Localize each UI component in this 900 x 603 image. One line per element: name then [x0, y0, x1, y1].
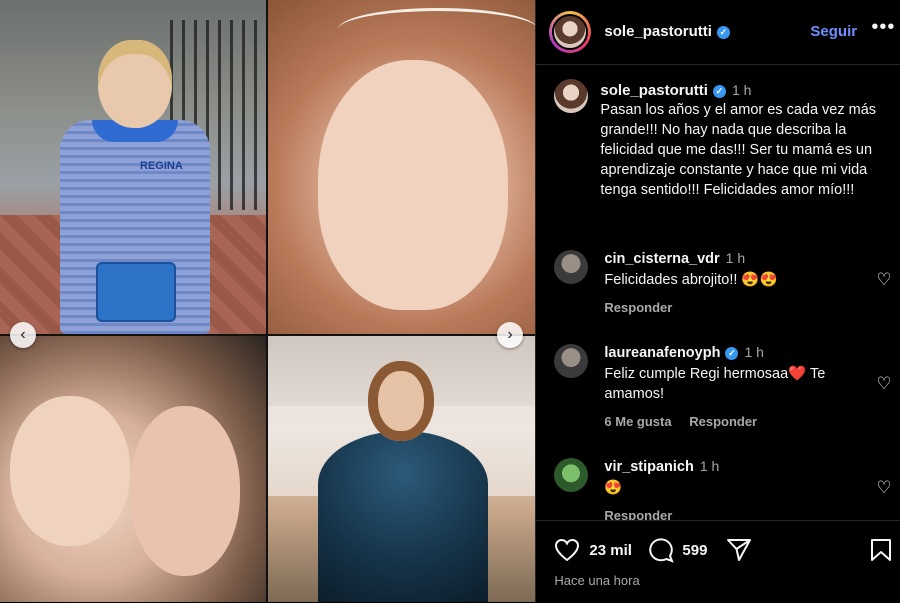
like-count[interactable]: 23 mil: [589, 542, 632, 559]
heart-icon[interactable]: [554, 538, 580, 562]
smock-pocket: [96, 262, 176, 322]
post-header: sole_pastorutti ✓ Seguir •••: [536, 0, 900, 65]
post-image-collage[interactable]: REGINA ‹ ›: [0, 0, 536, 602]
comment-text: 😍: [604, 480, 623, 496]
share-icon[interactable]: [726, 538, 752, 562]
photo-girl-school-uniform: REGINA: [0, 0, 266, 334]
comment-username[interactable]: laureanafenoyph: [604, 345, 720, 361]
post-footer: 23 mil 599 Hace una hora: [536, 520, 900, 603]
comment-username[interactable]: cin_cisterna_vdr: [604, 251, 719, 267]
comment-username-row: cin_cisterna_vdr 1 h: [604, 250, 745, 267]
comment-text: Felicidades abrojito!! 😍😍: [604, 272, 778, 288]
comment-avatar[interactable]: [554, 250, 589, 284]
verified-badge-icon: ✓: [725, 346, 739, 360]
post-side-panel: sole_pastorutti ✓ Seguir ••• sole_pastoru…: [535, 0, 900, 603]
comment-actions: 6 Me gusta Responder: [604, 414, 771, 429]
header-username-row[interactable]: sole_pastorutti ✓: [604, 23, 730, 40]
girl-face: [318, 60, 508, 310]
girl-head: [368, 361, 434, 441]
carousel-prev-button[interactable]: ‹: [10, 322, 36, 348]
verified-badge-icon: ✓: [712, 84, 726, 98]
princess-dress: [318, 431, 488, 602]
comment-username-row: vir_stipanich 1 h: [604, 458, 719, 475]
girl-head: [98, 40, 172, 128]
reply-button[interactable]: Responder: [604, 300, 672, 315]
comment-username-row: laureanafenoyph ✓ 1 h: [604, 344, 764, 361]
girl-figure: REGINA: [60, 40, 210, 334]
comment-avatar[interactable]: [554, 344, 589, 378]
comment-count[interactable]: 599: [682, 542, 707, 559]
header-username[interactable]: sole_pastorutti: [604, 23, 712, 40]
comment-time[interactable]: 1 h: [700, 458, 719, 474]
comment-username[interactable]: vir_stipanich: [604, 459, 693, 475]
comment-text: Feliz cumple Regi hermosaa❤️ Te amamos!: [604, 366, 826, 402]
caption-username[interactable]: sole_pastorutti: [600, 82, 708, 99]
comment-time[interactable]: 1 h: [726, 250, 745, 266]
reply-button[interactable]: Responder: [689, 414, 757, 429]
story-ring[interactable]: [549, 11, 592, 53]
more-options-icon[interactable]: •••: [871, 16, 895, 39]
comment-item: cin_cisterna_vdr 1 h Felicidades abrojito…: [554, 250, 892, 320]
tiara: [338, 8, 536, 51]
caption-text: Pasan los años y el amor es cada vez más…: [600, 102, 877, 198]
comment-actions: Responder: [604, 300, 686, 315]
comment-time[interactable]: 1 h: [744, 344, 763, 360]
comment-item: laureanafenoyph ✓ 1 h Feliz cumple Regi he…: [554, 344, 892, 434]
photo-girl-tiara-closeup: [268, 0, 536, 334]
mother-face: [130, 406, 240, 576]
follow-button[interactable]: Seguir: [810, 23, 857, 40]
heart-icon[interactable]: ♡: [876, 270, 891, 290]
bookmark-icon[interactable]: [870, 538, 892, 562]
comment-icon[interactable]: [648, 537, 675, 563]
caption-username-row: sole_pastorutti ✓ 1 h: [600, 82, 751, 99]
post-timestamp[interactable]: Hace una hora: [554, 573, 639, 588]
comment-likes[interactable]: 6 Me gusta: [604, 414, 671, 429]
daughter-face: [10, 396, 130, 546]
heart-icon[interactable]: ♡: [876, 374, 891, 394]
caption-time[interactable]: 1 h: [732, 82, 751, 98]
comment-avatar[interactable]: [554, 458, 589, 492]
comment-item: vir_stipanich 1 h 😍 Responder ♡: [554, 458, 892, 523]
photo-girl-princess-dress: [268, 336, 536, 602]
photo-mother-daughter-selfie: [0, 336, 266, 602]
instagram-post: REGINA ‹ › sole_pastorutti ✓ Seguir ••• …: [0, 0, 900, 603]
smock-name-tag: REGINA: [140, 160, 183, 172]
avatar[interactable]: [552, 14, 589, 50]
heart-icon[interactable]: ♡: [876, 478, 891, 498]
verified-badge-icon: ✓: [716, 25, 730, 39]
carousel-next-button[interactable]: ›: [497, 322, 523, 348]
caption-avatar[interactable]: [554, 79, 589, 113]
